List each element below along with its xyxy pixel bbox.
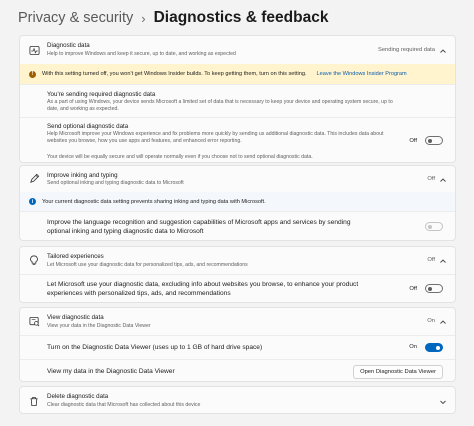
inking-option-row: Improve the language recognition and sug… [20,211,455,240]
tailored-experiences-panel: Tailored experiences Let Microsoft use y… [19,246,456,303]
info-icon: i [29,198,36,205]
tailored-toggle[interactable] [425,284,443,293]
delete-diagnostic-data-panel[interactable]: Delete diagnostic data Clear diagnostic … [19,386,456,414]
viewer-open-row: View my data in the Diagnostic Data View… [20,359,455,381]
pen-icon [28,172,40,184]
open-diagnostic-data-viewer-button[interactable]: Open Diagnostic Data Viewer [353,365,443,379]
chevron-up-icon[interactable] [439,47,447,55]
trash-icon [28,395,40,407]
tailored-experiences-title: Tailored experiences [47,253,104,260]
viewer-open-text: View my data in the Diagnostic Data View… [47,368,175,375]
inking-typing-panel: Improve inking and typing Send optional … [19,165,456,241]
optional-data-text: Help Microsoft improve your Windows expe… [47,131,384,144]
view-diagnostic-data-panel: View diagnostic data View your data in t… [19,307,456,382]
diagnostic-data-header[interactable]: Diagnostic data Help to improve Windows … [20,36,455,64]
page-title: Diagnostics & feedback [153,9,329,26]
page-header: Privacy & security › Diagnostics & feedb… [18,8,328,28]
chevron-up-icon[interactable] [439,257,447,265]
chevron-down-icon[interactable] [439,398,447,406]
chevron-up-icon[interactable] [439,176,447,184]
optional-data-title: Send optional diagnostic data [47,123,129,130]
tailored-option-row: Let Microsoft use your diagnostic data, … [20,274,455,302]
inking-typing-status: Off [427,176,435,182]
viewer-toggle[interactable] [425,343,443,352]
diagnostic-data-subtitle: Help to improve Windows and keep it secu… [47,51,236,57]
view-diagnostic-data-subtitle: View your data in the Diagnostic Data Vi… [47,323,151,329]
inking-option-toggle[interactable] [425,222,443,231]
diagnostic-data-panel: Diagnostic data Help to improve Windows … [19,35,456,163]
inking-typing-header[interactable]: Improve inking and typing Send optional … [20,166,455,192]
inking-info-bar: i Your current diagnostic data setting p… [20,192,455,211]
chevron-up-icon[interactable] [439,318,447,326]
view-diagnostic-data-header[interactable]: View diagnostic data View your data in t… [20,308,455,335]
data-viewer-icon [28,315,40,327]
optional-data-row: Send optional diagnostic data Help Micro… [20,117,455,162]
delete-diagnostic-data-subtitle: Clear diagnostic data that Microsoft has… [47,402,201,408]
optional-data-toggle-label: Off [409,138,417,144]
delete-diagnostic-data-header[interactable]: Delete diagnostic data Clear diagnostic … [20,387,455,413]
viewer-toggle-label: On [409,344,417,350]
diagnostic-pulse-icon [28,44,40,56]
inking-info-text: Your current diagnostic data setting pre… [42,198,266,205]
delete-diagnostic-data-title: Delete diagnostic data [47,393,109,400]
tailored-experiences-status: Off [427,257,435,263]
lightbulb-icon [28,254,40,266]
insider-warning-text: With this setting turned off, you won't … [42,71,307,77]
leave-insider-program-link[interactable]: Leave the Windows Insider Program [317,71,407,77]
breadcrumb-privacy-security[interactable]: Privacy & security [18,10,133,26]
view-diagnostic-data-status: On [427,318,435,324]
insider-warning-bar: ! With this setting turned off, you won'… [20,64,455,84]
diagnostic-data-title: Diagnostic data [47,42,90,49]
viewer-turn-on-row: Turn on the Diagnostic Data Viewer (uses… [20,335,455,359]
inking-option-text: Improve the language recognition and sug… [47,219,351,235]
required-data-row: You're sending required diagnostic data … [20,84,455,117]
inking-typing-title: Improve inking and typing [47,172,118,179]
inking-typing-subtitle: Send optional inking and typing diagnost… [47,180,184,186]
warning-icon: ! [29,70,36,78]
optional-data-footer: Your device will be equally secure and w… [47,154,313,160]
optional-data-toggle[interactable] [425,136,443,145]
tailored-experiences-subtitle: Let Microsoft use your diagnostic data f… [47,262,248,268]
tailored-option-text: Let Microsoft use your diagnostic data, … [47,281,359,297]
view-diagnostic-data-title: View diagnostic data [47,314,104,321]
tailored-experiences-header[interactable]: Tailored experiences Let Microsoft use y… [20,247,455,274]
viewer-turn-on-text: Turn on the Diagnostic Data Viewer (uses… [47,344,263,351]
diagnostic-data-status: Sending required data [377,47,435,53]
tailored-toggle-label: Off [409,286,417,292]
required-data-title: You're sending required diagnostic data [47,91,156,98]
breadcrumb-separator: › [141,10,146,26]
required-data-text: As a part of using Windows, your device … [47,99,393,112]
